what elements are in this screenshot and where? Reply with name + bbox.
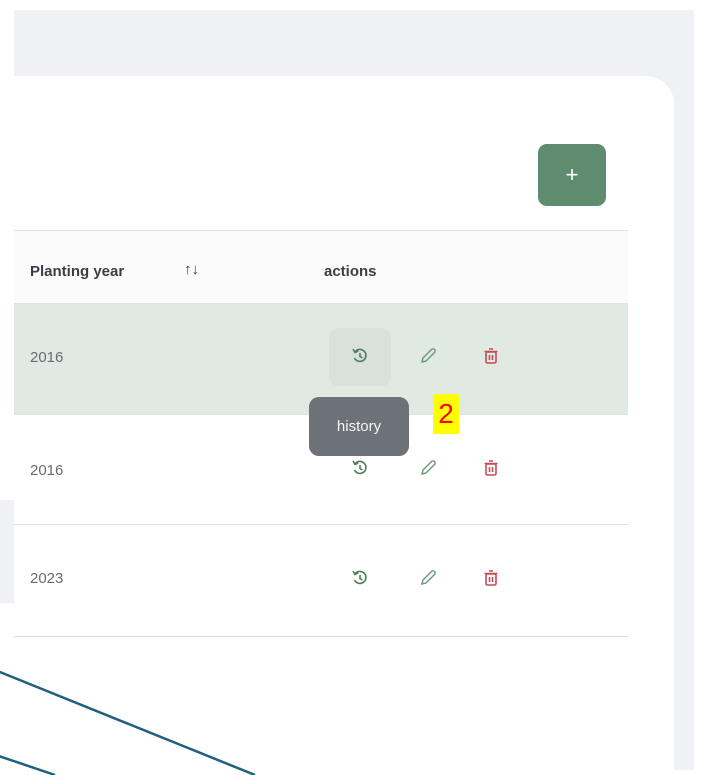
annotation-line bbox=[0, 670, 256, 775]
annotation-line bbox=[0, 755, 56, 775]
overlay-annotation-lines bbox=[0, 670, 256, 775]
